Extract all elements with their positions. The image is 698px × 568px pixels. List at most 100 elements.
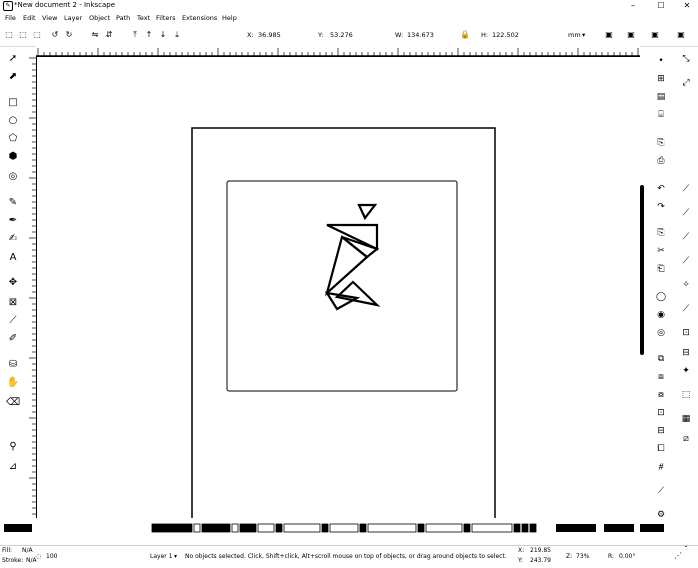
x-input[interactable]: 36.985	[258, 31, 281, 39]
text-icon[interactable]: A	[6, 251, 20, 265]
palette-swatch[interactable]	[283, 523, 321, 533]
eraser-icon[interactable]: ⌫	[6, 396, 20, 410]
palette-swatch[interactable]	[193, 523, 201, 533]
select-all-icon[interactable]: ⬚	[4, 30, 14, 40]
menu-view[interactable]: View	[42, 14, 57, 22]
import-icon[interactable]: ⎘	[654, 136, 668, 150]
dropper-icon[interactable]: ✐	[6, 332, 20, 346]
print-icon[interactable]: ⌸	[654, 108, 668, 122]
snap-intersections-icon[interactable]: ✧	[679, 278, 693, 292]
palette-swatch[interactable]	[463, 523, 471, 533]
open-icon[interactable]: ⊞	[654, 72, 668, 86]
lower-icon[interactable]: ↓	[158, 30, 168, 40]
snap-bbox-edge-icon[interactable]: ⟋	[679, 182, 693, 196]
drawing-canvas[interactable]	[37, 57, 640, 518]
mesh-icon[interactable]: ⊠	[6, 296, 20, 310]
save-icon[interactable]: ▤	[654, 90, 668, 104]
fill-stroke-icon[interactable]: ⧠	[654, 442, 668, 456]
palette-swatch[interactable]	[275, 523, 283, 533]
rect-icon[interactable]: □	[6, 96, 20, 110]
raise-icon[interactable]: ↑	[144, 30, 154, 40]
palette-swatch[interactable]	[257, 523, 275, 533]
menu-edit[interactable]: Edit	[23, 14, 36, 22]
copy-icon[interactable]: ⎘	[654, 226, 668, 240]
snap-toggle-icon[interactable]: ⤡	[679, 52, 693, 66]
node-icon[interactable]: ⬈	[6, 70, 20, 84]
palette-swatch[interactable]	[359, 523, 367, 533]
rotate-cw-icon[interactable]: ↻	[64, 30, 74, 40]
preferences-icon[interactable]: ⚙	[654, 508, 668, 522]
new-document-icon[interactable]: •	[654, 54, 668, 68]
zoom-selection-icon[interactable]: ◯	[654, 290, 668, 304]
resize-grip-icon[interactable]: ⋰	[674, 551, 682, 560]
menu-object[interactable]: Object	[89, 14, 110, 22]
snap-rotation-center-icon[interactable]: ✦	[679, 364, 693, 378]
menu-file[interactable]: File	[5, 14, 16, 22]
select-all-layers-icon[interactable]: ⬚	[18, 30, 28, 40]
cut-icon[interactable]: ✂	[654, 244, 668, 258]
xml-editor-icon[interactable]: ⟋	[654, 484, 668, 498]
chevron-down-icon[interactable]: ▾	[582, 31, 585, 39]
palette-swatch[interactable]	[604, 524, 634, 532]
paintbucket-icon[interactable]: ⛁	[6, 358, 20, 372]
palette-swatch[interactable]	[321, 523, 329, 533]
palette-swatch[interactable]	[201, 523, 231, 533]
redo-icon[interactable]: ↷	[654, 200, 668, 214]
3dbox-icon[interactable]: ⬢	[6, 150, 20, 164]
w-input[interactable]: 134.673	[407, 31, 434, 39]
undo-icon[interactable]: ↶	[654, 182, 668, 196]
snap-bbox-corner-icon[interactable]: ⟋	[679, 206, 693, 220]
calligraphy-icon[interactable]: ✍	[6, 232, 20, 246]
group-icon[interactable]: ⊡	[654, 406, 668, 420]
palette-swatch[interactable]	[640, 524, 664, 532]
unlink-clone-icon[interactable]: ⧇	[654, 388, 668, 402]
layer-select[interactable]: Layer 1	[150, 553, 172, 560]
palette-swatch[interactable]	[471, 523, 513, 533]
palette-swatch[interactable]	[329, 523, 359, 533]
palette-swatch[interactable]	[425, 523, 463, 533]
fill-value[interactable]: N/A	[22, 547, 33, 554]
export-icon[interactable]: ⎙	[654, 154, 668, 168]
snap-midpoints-icon[interactable]: ⊡	[679, 326, 693, 340]
clone-icon[interactable]: ⧈	[654, 370, 668, 384]
lower-bottom-icon[interactable]: ⤓	[172, 30, 182, 40]
opacity-input[interactable]: 100	[46, 553, 57, 560]
palette-swatch[interactable]	[521, 523, 529, 533]
palette-swatch[interactable]	[513, 523, 521, 533]
snap-smooth-nodes-icon[interactable]: ⟋	[679, 302, 693, 316]
close-button[interactable]: ✕	[680, 1, 694, 10]
snap-nodes-icon[interactable]: ⟋	[679, 230, 693, 244]
zoom-input[interactable]: 73%	[576, 553, 589, 560]
snap-grid-icon[interactable]: ▦	[679, 412, 693, 426]
tweak-icon[interactable]: ✋	[6, 376, 20, 390]
transform-gradient-icon[interactable]: ▣	[650, 30, 660, 40]
measure-icon[interactable]: ⊿	[6, 460, 20, 474]
menu-filters[interactable]: Filters	[156, 14, 175, 22]
flip-vertical-icon[interactable]: ⇵	[104, 30, 114, 40]
vertical-scrollbar[interactable]	[640, 185, 644, 355]
paste-icon[interactable]: ⎗	[654, 262, 668, 276]
maximize-button[interactable]: ☐	[654, 1, 668, 10]
menu-layer[interactable]: Layer	[64, 14, 82, 22]
lock-icon[interactable]: 🔒	[460, 30, 470, 40]
palette-swatch[interactable]	[417, 523, 425, 533]
palette-swatch[interactable]	[556, 524, 596, 532]
pen-icon[interactable]: ✒	[6, 214, 20, 228]
pencil-icon[interactable]: ✎	[6, 196, 20, 210]
scale-corners-icon[interactable]: ▣	[626, 30, 636, 40]
unit-select[interactable]: mm	[568, 31, 581, 39]
snap-page-border-icon[interactable]: ⬚	[679, 388, 693, 402]
spiral-icon[interactable]: ◎	[6, 170, 20, 184]
transform-pattern-icon[interactable]: ▣	[676, 30, 686, 40]
snap-bbox-icon[interactable]: ⤢	[679, 76, 693, 90]
palette-swatch[interactable]	[239, 523, 257, 533]
duplicate-icon[interactable]: ⧉	[654, 352, 668, 366]
h-input[interactable]: 122.502	[492, 31, 519, 39]
menu-text[interactable]: Text	[137, 14, 150, 22]
selector-icon[interactable]: ➚	[6, 52, 20, 66]
color-palette[interactable]	[0, 521, 698, 535]
scale-stroke-icon[interactable]: ▣	[604, 30, 614, 40]
palette-swatch[interactable]	[529, 523, 537, 533]
snap-paths-icon[interactable]: ⟋	[679, 254, 693, 268]
chevron-down-icon[interactable]: ▾	[174, 553, 177, 560]
